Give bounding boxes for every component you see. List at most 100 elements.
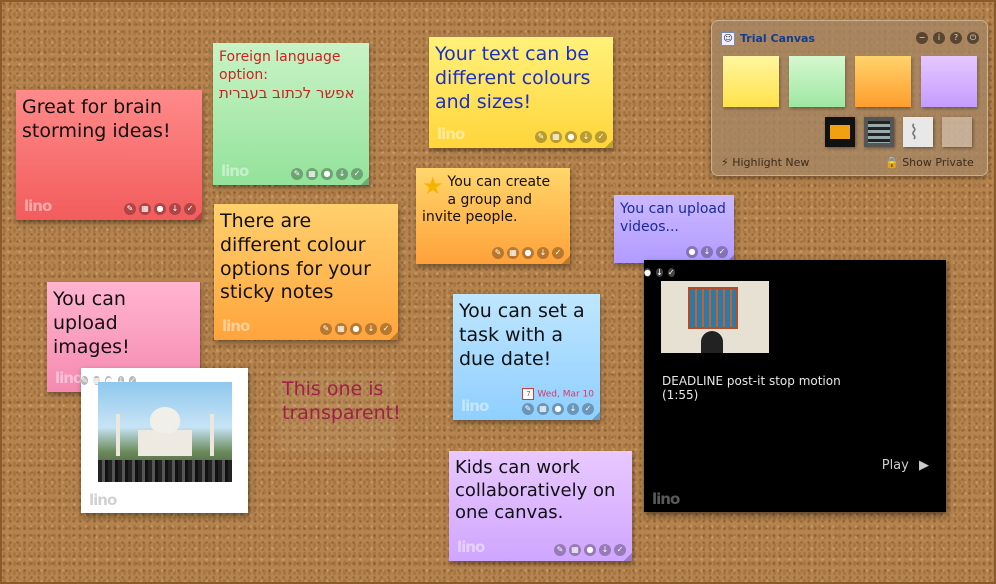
sticky-note-task[interactable]: You can set a task with a due date! 7 We…	[453, 294, 600, 420]
show-private-toggle[interactable]: 🔒 Show Private	[885, 156, 974, 169]
sticky-note-colour-options[interactable]: There are different colour options for y…	[214, 204, 398, 340]
due-date-text: Wed, Mar 10	[537, 389, 594, 400]
highlight-new-toggle[interactable]: ⚡ Highlight New	[721, 156, 809, 169]
lock-icon: 🔒	[885, 156, 899, 169]
check-icon[interactable]: ✓	[667, 268, 675, 277]
sticky-note-foreign-language[interactable]: Foreign language option: אפשר לכתוב בעבר…	[213, 43, 369, 185]
note-text: You can set a task with a due date!	[459, 300, 585, 370]
lightning-icon: ⚡	[721, 156, 729, 169]
calendar-icon[interactable]: ▦	[507, 247, 519, 259]
note-toolbar: ✎ ▦ ● ↓ ✓	[291, 168, 363, 180]
edit-icon[interactable]: ✎	[492, 247, 504, 259]
lino-logo: lino	[457, 538, 485, 557]
canvas-face-icon: ☺	[721, 32, 735, 46]
pin-icon[interactable]: ●	[321, 168, 333, 180]
calendar-icon[interactable]: ▦	[335, 323, 347, 335]
show-private-label: Show Private	[902, 156, 974, 169]
star-icon: ★	[422, 172, 444, 200]
hebrew-text: אפשר לכתוב בעברית	[219, 84, 355, 102]
download-icon[interactable]: ↓	[580, 131, 592, 143]
note-text: Great for brain storming ideas!	[22, 96, 171, 142]
note-toolbar: ✎ ▦ ● ↓ ✓	[320, 323, 392, 335]
transparent-sticky-icon[interactable]	[942, 117, 972, 147]
check-icon[interactable]: ✓	[184, 203, 196, 215]
due-date-badge[interactable]: 7 Wed, Mar 10	[522, 388, 594, 401]
check-icon[interactable]: ✓	[614, 544, 626, 556]
pin-icon[interactable]: ●	[686, 246, 698, 258]
help-icon[interactable]: ?	[950, 32, 962, 44]
taj-mahal-photo	[98, 382, 232, 482]
note-toolbar: ✎ ▦ ● ↓ ✓	[492, 247, 564, 259]
calendar-icon[interactable]: ▦	[537, 403, 549, 415]
pin-icon[interactable]: ●	[522, 247, 534, 259]
video-card[interactable]: DEADLINE post-it stop motion (1:55) Play…	[644, 260, 946, 512]
sticky-note-text-colours[interactable]: Your text can be different colours and s…	[429, 37, 613, 148]
download-icon[interactable]: ↓	[169, 203, 181, 215]
calendar-date-icon: 7	[522, 388, 535, 400]
pin-icon[interactable]: ●	[154, 203, 166, 215]
orange-sticky-swatch[interactable]	[855, 56, 911, 107]
note-toolbar: ✎ ▦ ● ↓ ✓	[124, 203, 196, 215]
power-icon[interactable]: ⏻	[967, 32, 979, 44]
check-icon[interactable]: ✓	[552, 247, 564, 259]
lino-logo: lino	[89, 491, 117, 509]
edit-icon[interactable]: ✎	[554, 544, 566, 556]
sticky-note-transparent[interactable]: This one is transparent!	[276, 372, 401, 452]
calendar-icon[interactable]: ▦	[550, 131, 562, 143]
calendar-icon[interactable]: ▦	[139, 203, 151, 215]
sticky-note-kids[interactable]: Kids can work collaboratively on one can…	[449, 451, 632, 561]
edit-icon[interactable]: ✎	[522, 403, 534, 415]
download-icon[interactable]: ↓	[567, 403, 579, 415]
download-icon[interactable]: ↓	[537, 247, 549, 259]
lino-logo: lino	[222, 317, 250, 336]
panel-icons: − i ? ⏻	[916, 32, 979, 44]
pin-icon[interactable]: ●	[350, 323, 362, 335]
purple-sticky-swatch[interactable]	[921, 56, 977, 107]
edit-icon[interactable]: ✎	[124, 203, 136, 215]
pin-icon[interactable]: ●	[584, 544, 596, 556]
calendar-icon[interactable]: ▦	[306, 168, 318, 180]
check-icon[interactable]: ✓	[380, 323, 392, 335]
note-text: Your text can be different colours and s…	[435, 43, 591, 113]
check-icon[interactable]: ✓	[716, 246, 728, 258]
pin-icon[interactable]: ●	[644, 268, 651, 277]
check-icon[interactable]: ✓	[351, 168, 363, 180]
download-icon[interactable]: ↓	[599, 544, 611, 556]
green-sticky-swatch[interactable]	[789, 56, 845, 107]
lino-logo: lino	[437, 125, 465, 144]
video-title: DEADLINE post-it stop motion (1:55)	[662, 374, 841, 403]
minimize-icon[interactable]: −	[916, 32, 928, 44]
canvas-title[interactable]: Trial Canvas	[740, 32, 815, 45]
edit-icon[interactable]: ✎	[535, 131, 547, 143]
video-upload-icon[interactable]	[864, 117, 894, 147]
sticky-note-videos[interactable]: You can upload videos... ● ↓ ✓	[614, 195, 734, 263]
download-icon[interactable]: ↓	[336, 168, 348, 180]
photo-upload-icon[interactable]	[825, 117, 855, 147]
sticky-note-group[interactable]: ★ You can create a group and invite peop…	[416, 168, 570, 264]
check-icon[interactable]: ✓	[595, 131, 607, 143]
attachment-icon[interactable]: ⌇	[903, 117, 933, 147]
sticky-note-brainstorm[interactable]: Great for brain storming ideas! lino ✎ ▦…	[16, 90, 202, 220]
corkboard-canvas[interactable]: Great for brain storming ideas! lino ✎ ▦…	[0, 0, 996, 584]
yellow-sticky-swatch[interactable]	[723, 56, 779, 107]
note-text: There are different colour options for y…	[220, 210, 371, 304]
image-card[interactable]: lino ✎ ▦ ● ↓ ✓	[81, 368, 248, 513]
calendar-icon[interactable]: ▦	[569, 544, 581, 556]
download-icon[interactable]: ↓	[365, 323, 377, 335]
check-icon[interactable]: ✓	[582, 403, 594, 415]
pin-icon[interactable]: ●	[552, 403, 564, 415]
edit-icon[interactable]: ✎	[320, 323, 332, 335]
edit-icon[interactable]: ✎	[81, 376, 88, 385]
pin-icon[interactable]: ●	[565, 131, 577, 143]
info-icon[interactable]: i	[933, 32, 945, 44]
video-thumbnail[interactable]	[661, 281, 769, 353]
download-icon[interactable]: ↓	[656, 268, 663, 277]
play-icon: ▶	[919, 458, 929, 473]
lino-logo: lino	[461, 397, 489, 416]
note-toolbar: ● ↓ ✓	[686, 246, 728, 258]
download-icon[interactable]: ↓	[701, 246, 713, 258]
video-toolbar: ● ↓ ✓	[644, 260, 946, 279]
play-button[interactable]: Play ▶	[882, 458, 929, 473]
edit-icon[interactable]: ✎	[291, 168, 303, 180]
lino-logo: lino	[24, 197, 52, 216]
